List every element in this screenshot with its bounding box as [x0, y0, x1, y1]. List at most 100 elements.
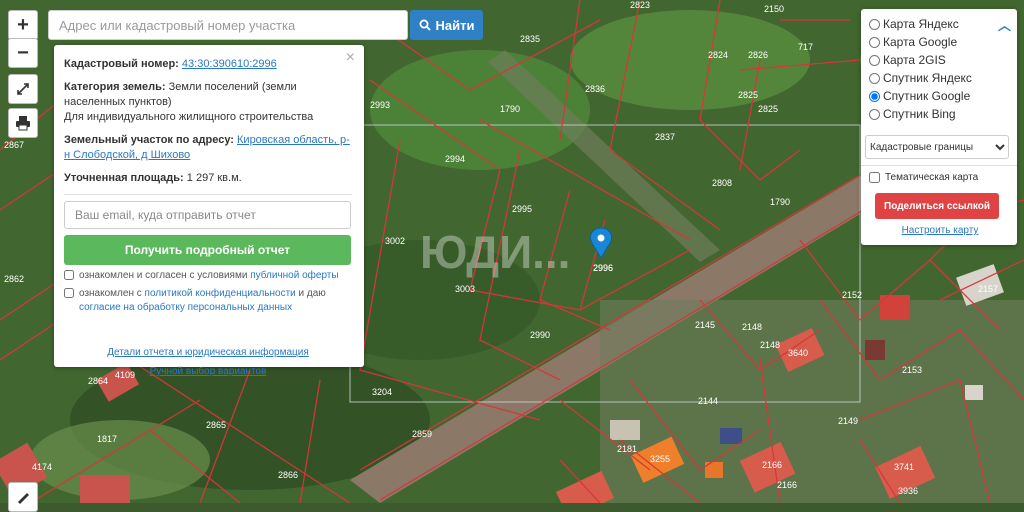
- layer-option[interactable]: Карта Яндекс: [869, 15, 1011, 33]
- parcel-number-label: 2166: [762, 460, 782, 470]
- parcel-number-label: 2148: [760, 340, 780, 350]
- thematic-map-toggle[interactable]: Тематическая карта: [869, 172, 1011, 183]
- offer-checkbox[interactable]: [64, 270, 74, 280]
- parcel-number-label: 2825: [758, 104, 778, 114]
- thematic-map-label: Тематическая карта: [885, 172, 979, 183]
- manual-selection-link[interactable]: Ручной выбор вариантов: [150, 366, 267, 377]
- watermark-logo: ЮДИ...: [420, 226, 570, 278]
- layer-option[interactable]: Спутник Bing: [869, 105, 1011, 123]
- layer-overlay-select[interactable]: Кадастровые границы: [865, 135, 1009, 159]
- public-offer-link[interactable]: публичной оферты: [250, 270, 338, 281]
- parcel-number-label: 2825: [738, 90, 758, 100]
- layer-option[interactable]: Карта Google: [869, 33, 1011, 51]
- privacy-checkbox[interactable]: [64, 288, 74, 298]
- layer-radio[interactable]: [869, 18, 880, 30]
- parcel-number-label: 3640: [788, 348, 808, 358]
- email-field[interactable]: [64, 201, 351, 229]
- area-label: Уточненная площадь:: [64, 172, 184, 184]
- print-button[interactable]: [8, 108, 38, 138]
- zoom-out-button[interactable]: −: [8, 38, 38, 68]
- layer-option-label: Карта 2GIS: [883, 53, 946, 67]
- zoom-in-button[interactable]: +: [8, 10, 38, 40]
- manual-row: Ручной выбор вариантов: [64, 364, 352, 379]
- parcel-number-label: 2862: [4, 274, 24, 284]
- divider: [64, 194, 352, 195]
- data-consent-link[interactable]: согласие на обработку персональных данны…: [79, 302, 292, 313]
- parcel-info-panel: × Кадастровый номер: 43:30:390610:2996 К…: [54, 45, 364, 377]
- layer-radio[interactable]: [869, 72, 880, 84]
- parcel-number-label: 1790: [500, 104, 520, 114]
- parcel-number-label: 3002: [385, 236, 405, 246]
- parcel-number-label: 2994: [445, 154, 465, 164]
- parcel-number-label: 1790: [770, 197, 790, 207]
- parcel-number-label: 2995: [512, 204, 532, 214]
- search-input[interactable]: [48, 10, 408, 40]
- parcel-number-label: 2150: [764, 4, 784, 14]
- expand-icon: [17, 83, 29, 95]
- fullscreen-button[interactable]: [8, 74, 38, 104]
- layer-option-label: Спутник Яндекс: [883, 71, 972, 85]
- layer-option-label: Карта Google: [883, 35, 958, 49]
- parcel-number-label: 2865: [206, 420, 226, 430]
- get-report-button[interactable]: Получить подробный отчет: [64, 235, 351, 265]
- parcel-number-label: 2145: [695, 320, 715, 330]
- parcel-number-label: 2823: [630, 0, 650, 10]
- cadastral-label: Кадастровый номер:: [64, 58, 179, 70]
- layer-radio[interactable]: [869, 36, 880, 48]
- plus-icon: +: [17, 13, 29, 36]
- usage-value: Для индивидуального жилищного строительс…: [64, 111, 314, 123]
- parcel-number-label: 2826: [748, 50, 768, 60]
- parcel-number-label: 3003: [455, 284, 475, 294]
- minus-icon: −: [17, 41, 29, 64]
- privacy-policy-link[interactable]: политикой конфиденциальности: [145, 288, 296, 299]
- layer-option-label: Карта Яндекс: [883, 17, 959, 31]
- pencil-icon: [18, 493, 29, 504]
- parcel-number-label: 2152: [842, 290, 862, 300]
- parcel-number-label: 2144: [698, 396, 718, 406]
- share-link-button[interactable]: Поделиться ссылкой: [875, 193, 999, 219]
- category-label: Категория земель:: [64, 81, 166, 93]
- cadastral-number-link[interactable]: 43:30:390610:2996: [182, 58, 277, 70]
- search-button[interactable]: Найти: [410, 10, 483, 40]
- parcel-number-label: 1817: [97, 434, 117, 444]
- parcel-number-label: 2148: [742, 322, 762, 332]
- parcel-number-label: 3741: [894, 462, 914, 472]
- thematic-map-checkbox[interactable]: [869, 172, 880, 183]
- details-link[interactable]: Детали отчета и юридическая информация: [107, 347, 309, 358]
- parcel-number-label: 2836: [585, 84, 605, 94]
- parcel-number-label: 2867: [4, 140, 24, 150]
- configure-map-link[interactable]: Настроить карту: [869, 225, 1011, 236]
- marker-label: 2996: [593, 263, 613, 273]
- parcel-number-label: 2181: [617, 444, 637, 454]
- parcel-number-label: 2808: [712, 178, 732, 188]
- parcel-number-label: 2824: [708, 50, 728, 60]
- layer-radio[interactable]: [869, 54, 880, 66]
- ruler-button[interactable]: [8, 482, 38, 512]
- layer-options: Карта Яндекс Карта Google Карта 2GIS Спутни…: [869, 15, 1011, 123]
- search-icon: [419, 19, 431, 31]
- cadastral-row: Кадастровый номер: 43:30:390610:2996: [64, 57, 352, 72]
- area-row: Уточненная площадь: 1 297 кв.м.: [64, 171, 352, 186]
- layer-radio[interactable]: [869, 90, 880, 102]
- parcel-number-label: 2149: [838, 416, 858, 426]
- parcel-number-label: 2835: [520, 34, 540, 44]
- address-label: Земельный участок по адресу:: [64, 134, 234, 146]
- privacy-mid-text: и даю: [298, 288, 326, 299]
- divider: [861, 165, 1017, 166]
- layer-option[interactable]: Спутник Яндекс: [869, 69, 1011, 87]
- chevron-up-icon[interactable]: ︿: [998, 15, 1011, 34]
- details-row: Детали отчета и юридическая информация: [64, 345, 352, 360]
- parcel-number-label: 2837: [655, 132, 675, 142]
- parcel-number-label: 2153: [902, 365, 922, 375]
- layer-option[interactable]: Карта 2GIS: [869, 51, 1011, 69]
- printer-icon: [16, 116, 30, 131]
- close-icon[interactable]: ×: [346, 50, 355, 66]
- privacy-consent: ознакомлен с политикой конфиденциальност…: [64, 287, 352, 315]
- area-value: 1 297 кв.м.: [186, 172, 242, 184]
- parcel-number-label: 2859: [412, 429, 432, 439]
- layer-option[interactable]: Спутник Google: [869, 87, 1011, 105]
- layer-radio[interactable]: [869, 108, 880, 120]
- parcel-number-label: 2993: [370, 100, 390, 110]
- map-layers-panel: ︿ Карта Яндекс Карта Google Карта 2GIS Спут…: [861, 9, 1017, 245]
- parcel-number-label: 717: [798, 42, 813, 52]
